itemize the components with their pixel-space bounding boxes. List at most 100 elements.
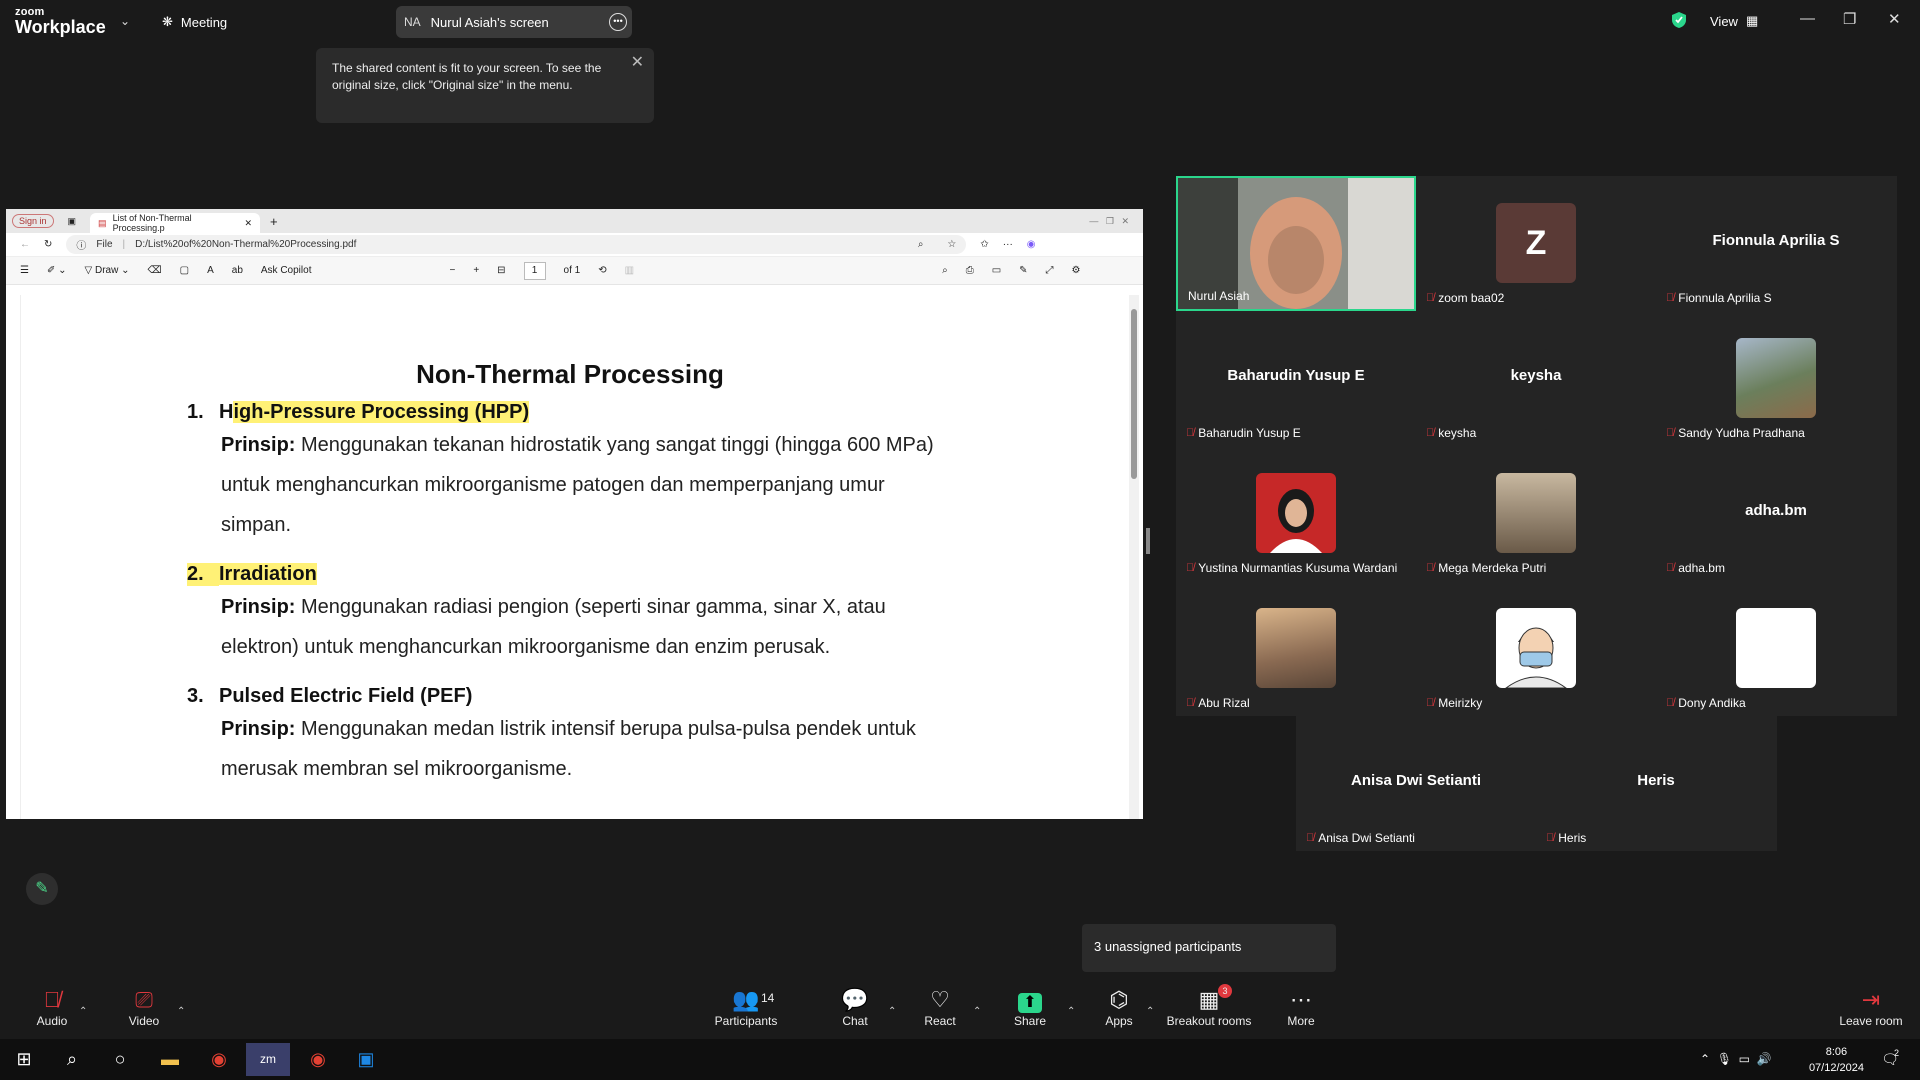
chevron-up-icon[interactable]: ⌃ [1146, 998, 1154, 1026]
list-item-body: Prinsip: Menggunakan tekanan hidrostatik… [221, 434, 934, 536]
scrollbar-thumb[interactable] [1131, 309, 1137, 479]
mic-muted-icon: 🎙̸ [1546, 832, 1555, 844]
audio-button[interactable]: 🎙̸ ⌃ Audio [7, 986, 97, 1028]
unassigned-participants-banner[interactable]: 3 unassigned participants [1082, 924, 1336, 972]
participant-tile[interactable]: Nurul Asiah [1176, 176, 1416, 311]
chat-button[interactable]: 💬 ⌃ Chat [810, 986, 900, 1028]
ask-copilot-button[interactable]: Ask Copilot [261, 265, 312, 276]
participant-tile[interactable]: 🎙̸ Abu Rizal [1176, 581, 1416, 716]
more-icon[interactable]: ··· [1003, 239, 1013, 250]
highlight-icon[interactable]: ✐ ⌄ [47, 265, 67, 276]
avatar [1736, 608, 1816, 688]
resize-handle[interactable] [1146, 528, 1150, 554]
new-tab-icon[interactable]: + [270, 214, 278, 229]
minimize-icon[interactable]: — [1800, 10, 1815, 27]
rotate-icon[interactable]: ⟲ [598, 265, 606, 276]
leave-room-button[interactable]: ⇥ Leave room [1826, 986, 1916, 1028]
sign-in-button[interactable]: Sign in [12, 214, 54, 228]
chevron-up-icon[interactable]: ⌃ [973, 998, 981, 1026]
participant-tile[interactable]: 🎙̸ Sandy Yudha Pradhana [1656, 311, 1896, 446]
zoom-in-icon[interactable]: + [473, 265, 479, 276]
share-button[interactable]: ⬆ ⌃ Share [985, 986, 1075, 1028]
react-button[interactable]: ♡ ⌃ React [895, 986, 985, 1028]
view-button[interactable]: View ▦ [1710, 13, 1758, 29]
participant-tile[interactable]: 🎙̸ Dony Andika [1656, 581, 1896, 716]
browser-tab-bar: Sign in ▣ ▤ List of Non-Thermal Processi… [6, 209, 1143, 233]
copilot-icon[interactable]: ◉ [1027, 239, 1036, 250]
close-icon[interactable]: ✕ [631, 54, 644, 71]
file-explorer-icon[interactable]: ▬ [148, 1043, 192, 1076]
participant-tile[interactable]: Heris 🎙̸ Heris [1536, 716, 1776, 851]
search-icon[interactable]: ⌕ [50, 1043, 94, 1076]
fit-page-icon[interactable]: ⊟ [497, 265, 505, 276]
contents-icon[interactable]: ☰ [20, 265, 29, 276]
chevron-down-icon[interactable]: ⌄ [120, 14, 130, 28]
mic-muted-icon: 🎙̸ [1666, 562, 1675, 574]
scrollbar[interactable] [1129, 295, 1139, 819]
leave-icon: ⇥ [1861, 987, 1881, 1012]
avatar [1496, 608, 1576, 689]
participants-button[interactable]: 👥 14 Participants [701, 986, 791, 1028]
browser-tab[interactable]: ▤ List of Non-Thermal Processing.p ✕ [90, 213, 261, 233]
zoom-icon[interactable]: ⌕ [918, 239, 924, 250]
chevron-up-icon[interactable]: ⌃ [177, 998, 185, 1026]
task-view-icon[interactable]: ○ [98, 1043, 142, 1076]
zoom-app-icon[interactable]: zm [246, 1043, 290, 1076]
refresh-icon[interactable]: ↻ [44, 239, 52, 250]
settings-icon[interactable]: ⚙ [1072, 265, 1081, 276]
app-icon[interactable]: ▣ [344, 1043, 388, 1076]
page-view-icon[interactable]: ▢ [180, 265, 189, 276]
tab-actions-icon[interactable]: ▣ [68, 216, 77, 227]
annotate-icon[interactable]: ✎ [26, 873, 58, 905]
address-bar-row: ← ↻ ⓘ File | D:/List%20of%20Non-Thermal%… [6, 233, 1143, 257]
search-icon[interactable]: ⌕ [942, 265, 948, 276]
draw-button[interactable]: ▽ Draw ⌄ [85, 265, 130, 276]
save-as-icon[interactable]: ✎ [1019, 265, 1027, 276]
more-button[interactable]: ⋯ More [1256, 986, 1346, 1028]
meeting-info-button[interactable]: ❋ Meeting [162, 14, 227, 30]
windows-start-icon[interactable]: ⊞ [2, 1043, 46, 1076]
close-icon[interactable]: ✕ [1888, 10, 1901, 28]
chevron-up-icon[interactable]: ⌃ [79, 998, 87, 1026]
eraser-icon[interactable]: ⌫ [148, 265, 162, 276]
favorite-icon[interactable]: ☆ [947, 239, 956, 250]
chrome-profile-icon[interactable]: ◉ [296, 1043, 340, 1076]
window-controls[interactable]: — ❐ ✕ [1089, 216, 1129, 227]
participant-tile[interactable]: 🎙̸ Mega Merdeka Putri [1416, 446, 1656, 581]
apps-icon: ⌬ ⌃ [1074, 986, 1164, 1017]
mic-muted-icon: 🎙̸ [1186, 427, 1195, 439]
save-icon[interactable]: ▭ [992, 265, 1001, 276]
back-icon[interactable]: ← [20, 239, 30, 250]
two-page-icon[interactable]: ▥ [625, 265, 634, 276]
heart-icon: ♡ ⌃ [895, 986, 985, 1017]
screen-share-pill[interactable]: NA Nurul Asiah's screen ••• [396, 6, 632, 38]
translate-icon[interactable]: ab [232, 265, 243, 276]
participant-tile[interactable]: Baharudin Yusup E 🎙̸ Baharudin Yusup E [1176, 311, 1416, 446]
restore-icon[interactable]: ❐ [1843, 10, 1856, 28]
shield-icon[interactable] [1671, 11, 1687, 29]
apps-button[interactable]: ⌬ ⌃ Apps [1074, 986, 1164, 1028]
video-button[interactable]: ⎚ ⌃ Video [99, 986, 189, 1028]
favorites-icon[interactable]: ✩ [980, 239, 988, 250]
zoom-out-icon[interactable]: − [449, 265, 455, 276]
participant-tile[interactable]: keysha 🎙̸ keysha [1416, 311, 1656, 446]
address-bar[interactable]: ⓘ File | D:/List%20of%20Non-Thermal%20Pr… [66, 235, 967, 254]
participant-tile[interactable]: 🎙̸ Meirizky [1416, 581, 1656, 716]
clock[interactable]: 8:06 07/12/2024 [1809, 1044, 1864, 1076]
participant-tile[interactable]: Anisa Dwi Setianti 🎙̸ Anisa Dwi Setianti [1296, 716, 1536, 851]
more-options-icon[interactable]: ••• [609, 13, 627, 31]
breakout-rooms-button[interactable]: ▦ 3 Breakout rooms [1164, 984, 1254, 1028]
share-label: Nurul Asiah's screen [430, 14, 549, 30]
chrome-icon[interactable]: ◉ [197, 1043, 241, 1076]
print-icon[interactable]: ⎙ [966, 265, 974, 276]
participant-tile[interactable]: Z 🎙̸ zoom baa02 [1416, 176, 1656, 311]
page-number-input[interactable]: 1 [523, 261, 546, 280]
participant-tile[interactable]: 🎙̸ Yustina Nurmantias Kusuma Wardani [1176, 446, 1416, 581]
participant-tile[interactable]: Fionnula Aprilia S 🎙̸ Fionnula Aprilia S [1656, 176, 1896, 311]
pdf-page: Non-Thermal Processing 1. High-Pressure P… [20, 295, 1118, 819]
close-tab-icon[interactable]: ✕ [245, 218, 253, 229]
participant-tile[interactable]: adha.bm 🎙̸ adha.bm [1656, 446, 1896, 581]
fullscreen-icon[interactable]: ⤢ [1046, 265, 1054, 276]
notifications-icon[interactable]: 🗨 2 [1868, 1043, 1912, 1076]
read-aloud-icon[interactable]: A [207, 265, 214, 276]
